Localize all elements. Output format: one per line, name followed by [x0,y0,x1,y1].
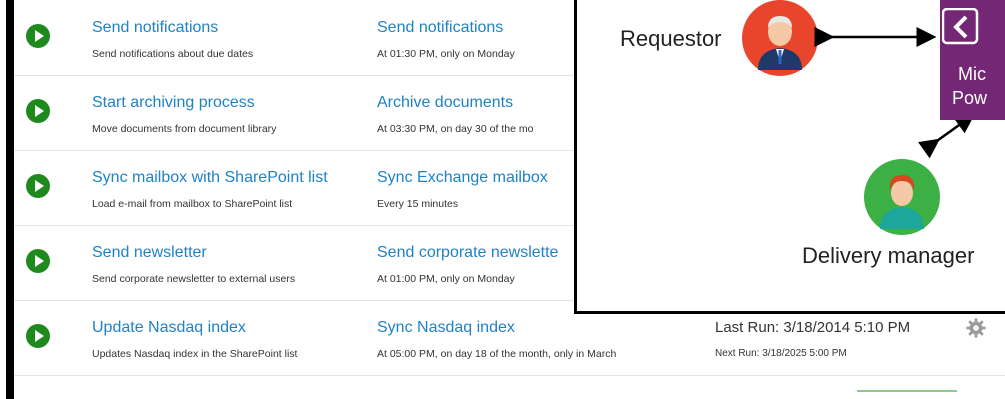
schedule-title[interactable]: Archive documents [377,94,513,112]
schedule-description: At 03:30 PM, on day 30 of the mo [377,123,534,135]
task-title[interactable]: Sync mailbox with SharePoint list [92,169,328,187]
product-name-line2: Pow [952,88,988,108]
schedule-description: At 05:00 PM, on day 18 of the month, onl… [377,348,617,360]
overlay-diagram-body: Requestor Mic Pow Delivery manager [577,0,1005,311]
task-description: Send corporate newsletter to external us… [92,273,296,285]
schedule-title[interactable]: Send corporate newslette [377,244,558,262]
progress-indicator [857,390,957,392]
schedule-title[interactable]: Sync Exchange mailbox [377,169,548,187]
schedule-description: At 01:30 PM, only on Monday [377,48,515,60]
play-icon[interactable] [26,249,50,273]
task-description: Send notifications about due dates [92,48,254,60]
schedule-title[interactable]: Send notifications [377,19,503,37]
task-description: Updates Nasdaq index in the SharePoint l… [92,348,298,360]
task-title[interactable]: Start archiving process [92,94,255,112]
play-icon[interactable] [26,174,50,198]
play-icon[interactable] [26,99,50,123]
task-description: Move documents from document library [92,123,277,135]
overlay-diagram: Requestor Mic Pow Delivery manager [574,0,1005,314]
schedule-description: Every 15 minutes [377,198,459,210]
schedule-description: At 01:00 PM, only on Monday [377,273,515,285]
last-run-text: Last Run: 3/18/2014 5:10 PM [715,319,911,336]
delivery-manager-label: Delivery manager [802,243,975,268]
power-automate-logo: Mic Pow [940,0,1005,120]
play-icon[interactable] [26,324,50,348]
delivery-manager-avatar-icon [862,157,942,242]
gear-icon[interactable] [965,317,987,344]
product-name-line1: Mic [958,64,986,84]
task-title[interactable]: Send newsletter [92,244,207,262]
schedule-title[interactable]: Sync Nasdaq index [377,319,515,337]
play-icon[interactable] [26,24,50,48]
task-title[interactable]: Update Nasdaq index [92,319,246,337]
task-title[interactable]: Send notifications [92,19,218,37]
task-description: Load e-mail from mailbox to SharePoint l… [92,198,293,210]
next-run-text: Next Run: 3/18/2025 5:00 PM [715,348,847,359]
